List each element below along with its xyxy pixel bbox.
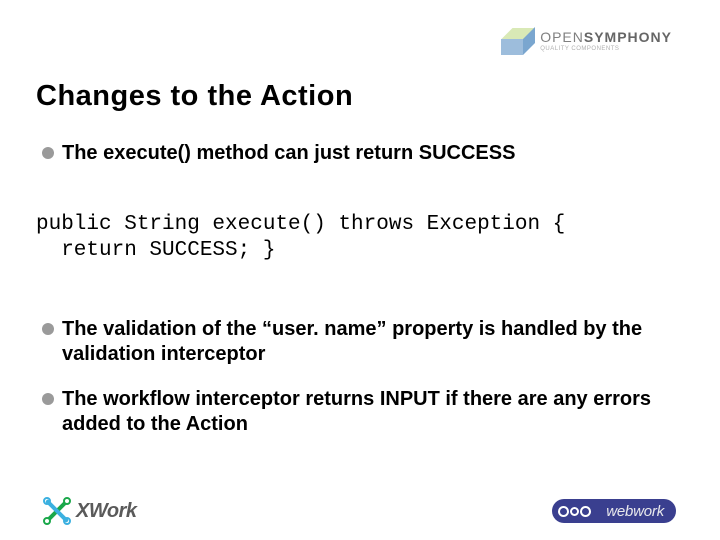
footer: XWork webwork	[0, 498, 720, 524]
logo-tagline: QUALITY COMPONENTS	[540, 46, 672, 52]
cube-icon	[502, 26, 532, 56]
slide-title: Changes to the Action	[36, 80, 684, 113]
bullet-list: The execute() method can just return SUC…	[36, 141, 684, 166]
opensymphony-logo: OPENSYMPHONY QUALITY COMPONENTS	[502, 26, 672, 56]
bullet-icon	[42, 393, 54, 405]
list-item: The execute() method can just return SUC…	[42, 141, 684, 166]
xwork-label: XWork	[76, 500, 136, 523]
bullet-text: The validation of the “user. name” prope…	[62, 317, 684, 367]
xwork-icon	[44, 498, 70, 524]
bullet-list: The validation of the “user. name” prope…	[36, 317, 684, 437]
webwork-icon	[558, 502, 598, 520]
logo-name-bold: SYMPHONY	[584, 29, 672, 45]
bullet-text: The execute() method can just return SUC…	[62, 141, 515, 166]
bullet-icon	[42, 147, 54, 159]
logo-name-light: OPEN	[540, 29, 584, 45]
webwork-label: webwork	[606, 503, 664, 520]
webwork-logo: webwork	[552, 499, 676, 523]
list-item: The validation of the “user. name” prope…	[42, 317, 684, 367]
code-block: public String execute() throws Exception…	[36, 212, 684, 265]
logo-text: OPENSYMPHONY QUALITY COMPONENTS	[540, 30, 672, 52]
slide: OPENSYMPHONY QUALITY COMPONENTS Changes …	[0, 0, 720, 540]
list-item: The workflow interceptor returns INPUT i…	[42, 387, 684, 437]
bullet-icon	[42, 323, 54, 335]
bullet-text: The workflow interceptor returns INPUT i…	[62, 387, 684, 437]
xwork-logo: XWork	[44, 498, 136, 524]
